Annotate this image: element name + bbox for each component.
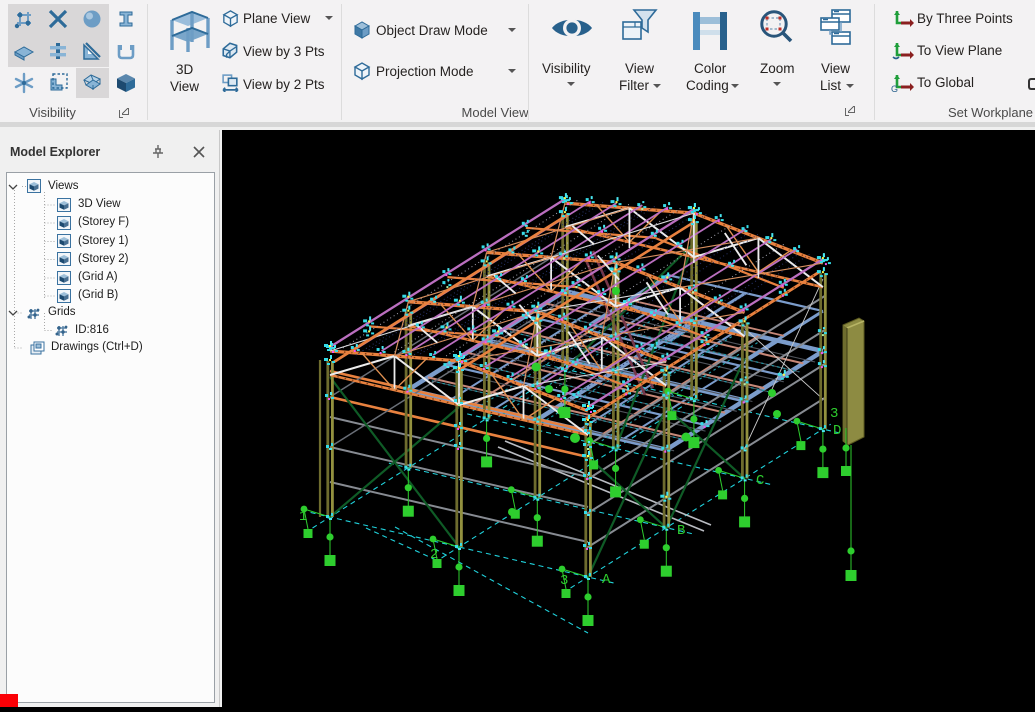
svg-text:B: B	[677, 523, 685, 539]
svg-text:A: A	[602, 572, 611, 588]
svg-text:C: C	[756, 473, 764, 489]
svg-text:D: D	[833, 423, 841, 439]
svg-text:G: G	[891, 84, 898, 92]
svg-text:3: 3	[830, 406, 838, 422]
